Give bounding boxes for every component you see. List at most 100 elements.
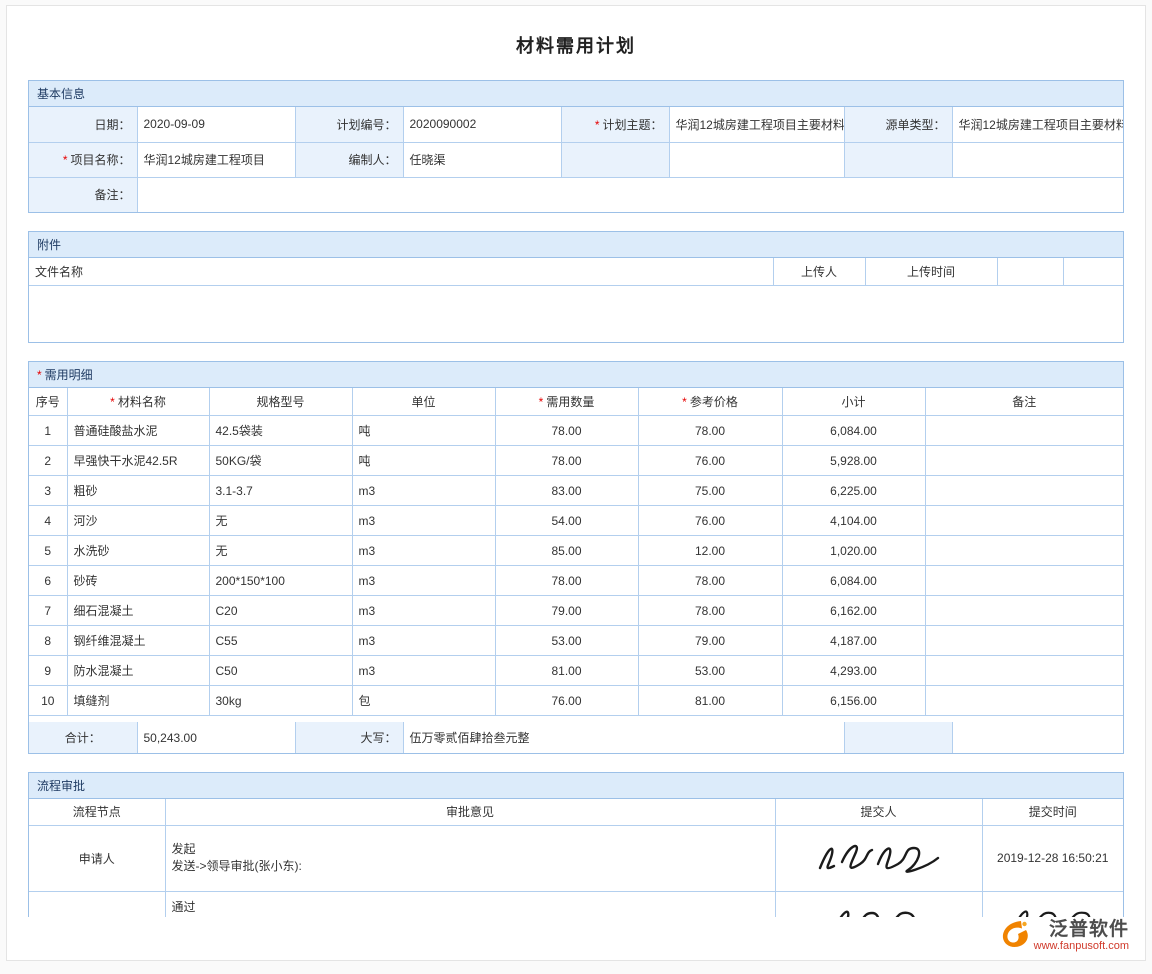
table-cell: 78.00 — [638, 416, 782, 446]
table-cell — [925, 596, 1123, 626]
column-header-quantity: *需用数量 — [495, 388, 638, 416]
table-cell: 53.00 — [495, 626, 638, 656]
details-header-row: 序号 *材料名称 规格型号 单位 *需用数量 *参考价格 小计 备注 — [29, 388, 1123, 416]
table-cell: m3 — [352, 596, 495, 626]
partial-signature-image — [1007, 899, 1099, 918]
table-cell: 5 — [29, 536, 67, 566]
fanpu-logo-icon — [1001, 919, 1029, 949]
table-cell: 42.5袋装 — [209, 416, 352, 446]
approval-row: 申请人 发起 发送->领导审批(张小东): 2019-12-28 16:50:2… — [29, 825, 1123, 891]
required-asterisk: * — [682, 395, 687, 409]
section-basic-info: 基本信息 日期： 2020-09-09 计划编号： 2020090002 *计划… — [28, 80, 1124, 213]
table-cell: 6,084.00 — [782, 566, 925, 596]
table-cell — [925, 656, 1123, 686]
table-cell: 78.00 — [495, 416, 638, 446]
basic-info-row: 备注： — [29, 177, 1123, 212]
table-cell: 2 — [29, 446, 67, 476]
column-header-subtotal: 小计 — [782, 388, 925, 416]
table-row: 3粗砂3.1-3.7m383.0075.006,225.00 — [29, 476, 1123, 506]
empty-value-cell — [952, 142, 1123, 177]
required-asterisk: * — [63, 153, 68, 167]
form-panel: 材料需用计划 基本信息 日期： 2020-09-09 计划编号： 2020090… — [6, 5, 1146, 961]
brand-url[interactable]: www.fanpusoft.com — [1034, 940, 1129, 952]
section-title: 需用明细 — [45, 368, 93, 382]
table-cell: 9 — [29, 656, 67, 686]
table-cell: 78.00 — [495, 446, 638, 476]
section-basic-info-header: 基本信息 — [29, 81, 1123, 107]
table-cell: 76.00 — [495, 686, 638, 716]
table-cell: 包 — [352, 686, 495, 716]
remark-field[interactable] — [137, 177, 1123, 212]
table-cell: C55 — [209, 626, 352, 656]
partial-signature-image — [824, 899, 934, 918]
table-cell: C50 — [209, 656, 352, 686]
table-cell: 6 — [29, 566, 67, 596]
table-cell: 河沙 — [67, 506, 209, 536]
table-cell: 早强快干水泥42.5R — [67, 446, 209, 476]
column-header-price: *参考价格 — [638, 388, 782, 416]
column-header-material-name: *材料名称 — [67, 388, 209, 416]
table-cell: 3 — [29, 476, 67, 506]
table-cell: 无 — [209, 536, 352, 566]
approval-opinion: 发起 发送->领导审批(张小东): — [165, 825, 775, 891]
empty-label-cell — [844, 722, 952, 753]
table-cell: 5,928.00 — [782, 446, 925, 476]
table-cell: 4 — [29, 506, 67, 536]
table-cell: m3 — [352, 566, 495, 596]
approval-submit-time-partial — [982, 891, 1123, 917]
table-cell: C20 — [209, 596, 352, 626]
table-cell: 78.00 — [495, 566, 638, 596]
table-cell — [925, 416, 1123, 446]
table-cell: 7 — [29, 596, 67, 626]
table-cell — [925, 686, 1123, 716]
table-cell: 200*150*100 — [209, 566, 352, 596]
brand-name: 泛普软件 — [1034, 919, 1129, 940]
attachments-table: 文件名称 上传人 上传时间 — [29, 258, 1123, 286]
author-field[interactable]: 任晓渠 — [403, 142, 561, 177]
table-cell: 1,020.00 — [782, 536, 925, 566]
project-field[interactable]: 华润12城房建工程项目 — [137, 142, 295, 177]
table-row: 5水洗砂无m385.0012.001,020.00 — [29, 536, 1123, 566]
page-title: 材料需用计划 — [28, 6, 1124, 80]
plan-no-field[interactable]: 2020090002 — [403, 107, 561, 142]
table-cell: 普通硅酸盐水泥 — [67, 416, 209, 446]
total-row: 合计： 50,243.00 大写： 伍万零贰佰肆拾叁元整 — [29, 722, 1123, 753]
column-header-upload-time: 上传时间 — [865, 258, 997, 285]
caps-value: 伍万零贰佰肆拾叁元整 — [403, 722, 844, 753]
table-cell: 钢纤维混凝土 — [67, 626, 209, 656]
footer-brand[interactable]: 泛普软件 www.fanpusoft.com — [1001, 919, 1129, 952]
project-label: *项目名称： — [29, 142, 137, 177]
table-cell: 3.1-3.7 — [209, 476, 352, 506]
approval-opinion: 通过 — [165, 891, 775, 917]
table-cell — [925, 566, 1123, 596]
table-cell: 4,104.00 — [782, 506, 925, 536]
empty-label-cell — [561, 142, 669, 177]
column-header-unit: 单位 — [352, 388, 495, 416]
table-row: 7细石混凝土C20m379.0078.006,162.00 — [29, 596, 1123, 626]
table-row: 6砂砖200*150*100m378.0078.006,084.00 — [29, 566, 1123, 596]
approval-submit-time: 2019-12-28 16:50:21 — [982, 825, 1123, 891]
table-cell: 78.00 — [638, 566, 782, 596]
section-details-header: *需用明细 — [29, 362, 1123, 388]
table-cell: 81.00 — [495, 656, 638, 686]
table-cell — [925, 626, 1123, 656]
table-cell — [925, 446, 1123, 476]
table-cell: 8 — [29, 626, 67, 656]
column-header-empty — [997, 258, 1063, 285]
table-cell: 10 — [29, 686, 67, 716]
table-cell: 无 — [209, 506, 352, 536]
subject-field[interactable]: 华润12城房建工程项目主要材料 — [669, 107, 844, 142]
details-table: 序号 *材料名称 规格型号 单位 *需用数量 *参考价格 小计 备注 1普通硅酸… — [29, 388, 1123, 717]
table-row: 8钢纤维混凝土C55m353.0079.004,187.00 — [29, 626, 1123, 656]
source-type-label: 源单类型： — [844, 107, 952, 142]
approval-table: 流程节点 审批意见 提交人 提交时间 申请人 发起 发送->领导审批(张小东):… — [29, 799, 1123, 917]
date-field[interactable]: 2020-09-09 — [137, 107, 295, 142]
approval-signature-cell — [775, 891, 982, 917]
signature-image — [808, 834, 950, 880]
table-cell: 83.00 — [495, 476, 638, 506]
column-header-uploader: 上传人 — [773, 258, 865, 285]
column-header-opinion: 审批意见 — [165, 799, 775, 825]
source-type-field[interactable]: 华润12城房建工程项目主要材料 — [952, 107, 1123, 142]
table-cell: 79.00 — [638, 626, 782, 656]
table-row: 4河沙无m354.0076.004,104.00 — [29, 506, 1123, 536]
